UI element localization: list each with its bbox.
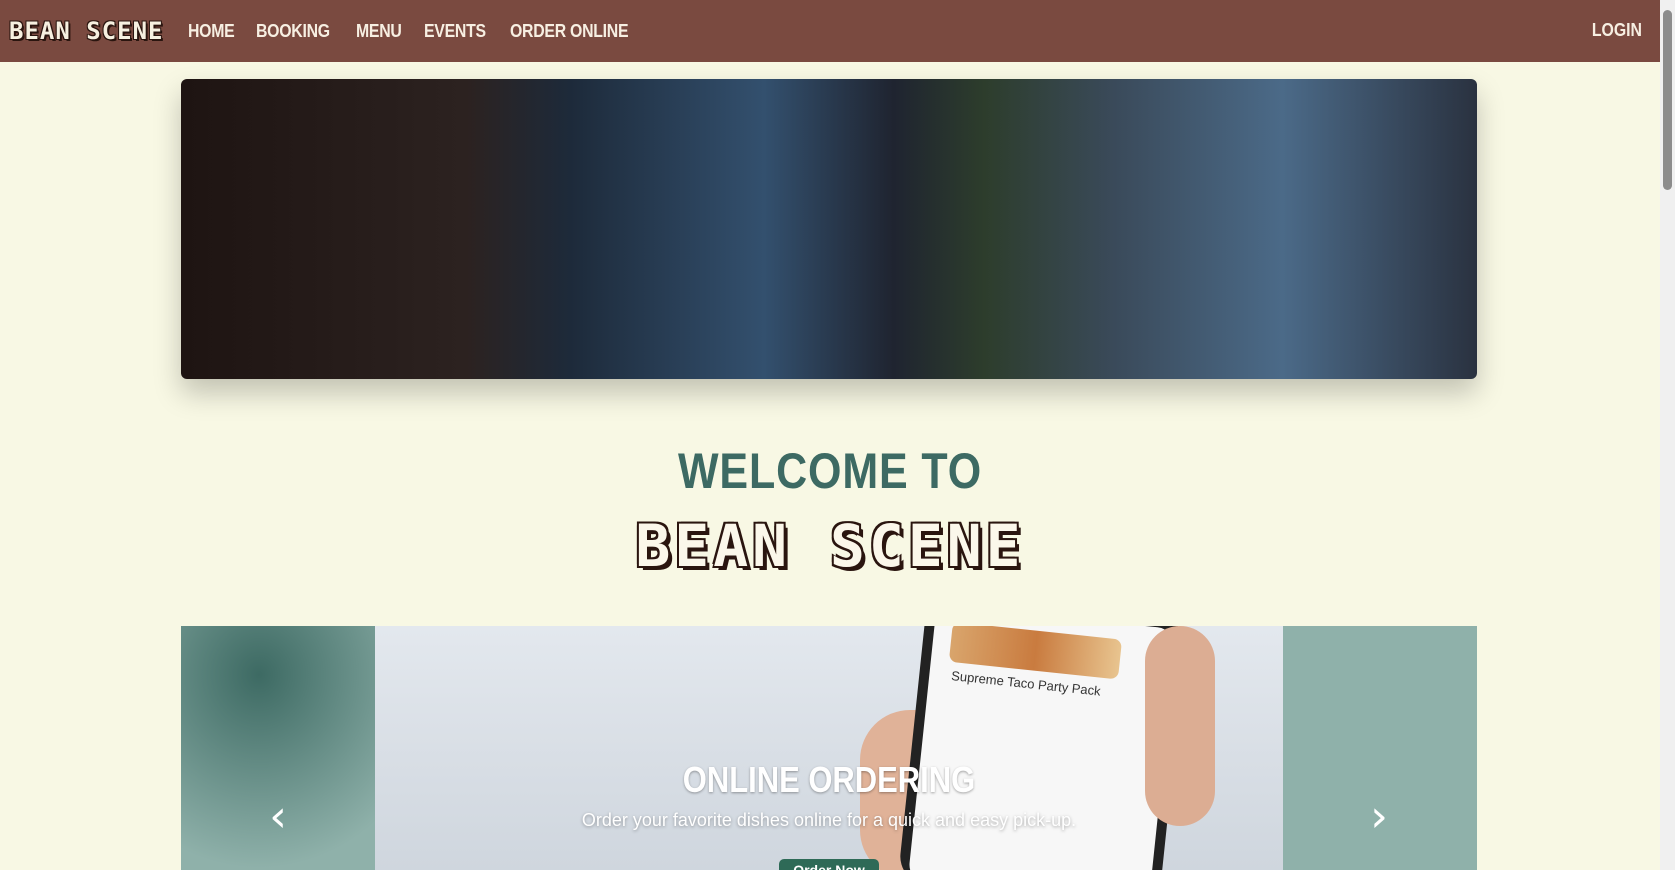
nav-link-order-online[interactable]: ORDER ONLINE [510, 21, 629, 42]
chevron-right-icon[interactable]: › [1359, 795, 1399, 840]
order-now-button[interactable]: Order Now [779, 859, 879, 870]
brand-logo[interactable]: BEAN SCENE [9, 17, 164, 45]
nav-links: HOME BOOKING MENU EVENTS ORDER ONLINE [188, 21, 645, 42]
scrollbar-thumb[interactable] [1663, 10, 1672, 190]
carousel-title: ONLINE ORDERING [682, 759, 976, 800]
nav-link-booking[interactable]: BOOKING [256, 21, 330, 42]
carousel: Supreme Taco Party Pack ONLINE ORDERING … [181, 626, 1477, 870]
nav-link-home[interactable]: HOME [188, 21, 235, 42]
carousel-description: Order your favorite dishes online for a … [581, 810, 1077, 830]
welcome-heading: WELCOME TO [677, 443, 983, 499]
login-link[interactable]: LOGIN [1592, 20, 1642, 41]
navbar: BEAN SCENE HOME BOOKING MENU EVENTS ORDE… [0, 0, 1660, 62]
page-scrollbar[interactable] [1660, 0, 1675, 870]
brand-heading: BEAN SCENE [635, 512, 1025, 580]
chevron-left-icon[interactable]: ‹ [258, 795, 298, 840]
carousel-slide-image: Supreme Taco Party Pack [375, 626, 1283, 870]
nav-link-events[interactable]: EVENTS [424, 21, 486, 42]
phone-screen: Supreme Taco Party Pack [907, 626, 1178, 870]
hero-cafe-image [181, 79, 1477, 379]
nav-link-menu[interactable]: MENU [356, 21, 402, 42]
